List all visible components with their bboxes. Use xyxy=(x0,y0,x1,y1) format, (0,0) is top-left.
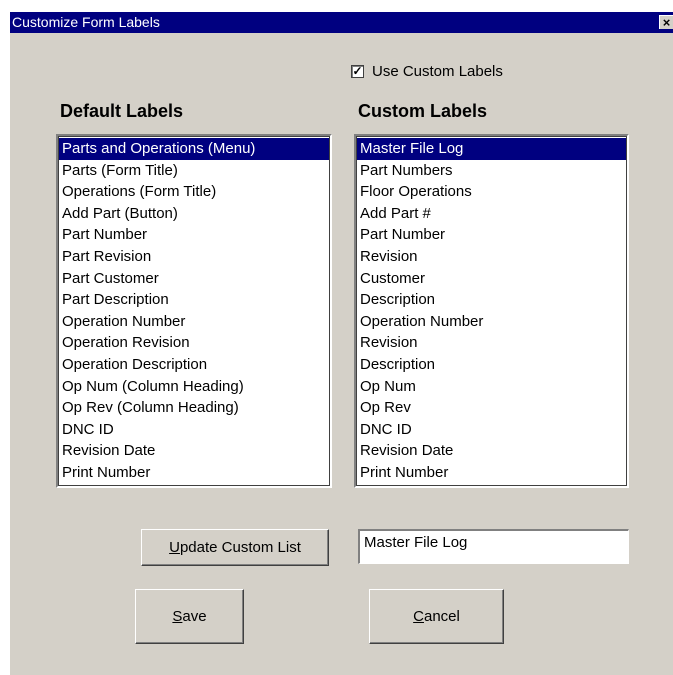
list-item[interactable]: DNC ID xyxy=(59,419,329,441)
list-item[interactable]: Revision Date xyxy=(357,440,626,462)
list-item[interactable]: Revision xyxy=(357,332,626,354)
cancel-button[interactable]: Cancel xyxy=(369,589,504,644)
default-labels-heading: Default Labels xyxy=(60,101,184,121)
list-item[interactable]: Add Part # xyxy=(357,203,626,225)
custom-labels-listbox[interactable]: Master File Log Part Numbers Floor Operati… xyxy=(354,134,629,488)
list-item[interactable]: Description xyxy=(357,289,626,311)
list-item[interactable]: Description xyxy=(357,354,626,376)
list-item[interactable]: Part Numbers xyxy=(357,160,626,182)
update-custom-list-button[interactable]: Update Custom List xyxy=(141,529,329,566)
list-item[interactable]: Add Part (Button) xyxy=(59,203,329,225)
custom-label-input[interactable]: Master File Log xyxy=(358,529,629,564)
update-label-rest: pdate Custom List xyxy=(179,539,301,556)
title-bar[interactable]: Customize Form Labels × xyxy=(10,12,673,33)
list-item[interactable]: Part Number xyxy=(357,224,626,246)
list-item[interactable]: Op Rev xyxy=(357,397,626,419)
list-item[interactable]: Floor Operations xyxy=(357,181,626,203)
update-accel: U xyxy=(169,539,180,556)
save-label-rest: ave xyxy=(182,608,207,625)
close-icon[interactable]: × xyxy=(659,15,673,30)
list-item[interactable]: Print Number xyxy=(59,462,329,484)
list-item[interactable]: DNC ID xyxy=(357,419,626,441)
list-item[interactable]: Op Num (Column Heading) xyxy=(59,376,329,398)
list-item[interactable]: Op Rev (Column Heading) xyxy=(59,397,329,419)
use-custom-labels-label[interactable]: Use Custom Labels xyxy=(372,63,503,80)
cancel-accel: C xyxy=(413,608,424,625)
cancel-label-rest: ancel xyxy=(423,608,460,625)
list-item[interactable]: Revision xyxy=(357,246,626,268)
list-item[interactable]: Parts (Form Title) xyxy=(59,160,329,182)
list-item[interactable]: Operations (Form Title) xyxy=(59,181,329,203)
list-item[interactable]: Op Num xyxy=(357,376,626,398)
list-item[interactable]: Revision Date xyxy=(59,440,329,462)
custom-labels-heading: Custom Labels xyxy=(358,101,488,121)
list-item[interactable]: Operation Number xyxy=(59,311,329,333)
list-item[interactable]: Master File Log xyxy=(357,138,626,160)
list-item[interactable]: Part Number xyxy=(59,224,329,246)
list-item[interactable]: Part Customer xyxy=(59,268,329,290)
list-item[interactable]: Operation Number xyxy=(357,311,626,333)
customize-form-labels-dialog: Customize Form Labels × ✓ Use Custom Lab… xyxy=(9,11,673,675)
list-item[interactable]: Print Number xyxy=(357,462,626,484)
list-item[interactable]: Operation Description xyxy=(59,354,329,376)
save-accel: S xyxy=(172,608,183,625)
use-custom-labels-checkbox[interactable]: ✓ xyxy=(351,65,364,78)
list-item[interactable]: Customer xyxy=(357,268,626,290)
list-item[interactable]: Operation Revision xyxy=(59,332,329,354)
list-item[interactable]: Part Description xyxy=(59,289,329,311)
default-labels-listbox[interactable]: Parts and Operations (Menu) Parts (Form T… xyxy=(56,134,332,488)
save-button[interactable]: Save xyxy=(135,589,244,644)
window-title: Customize Form Labels xyxy=(12,14,160,30)
list-item[interactable]: Parts and Operations (Menu) xyxy=(59,138,329,160)
list-item[interactable]: Part Revision xyxy=(59,246,329,268)
